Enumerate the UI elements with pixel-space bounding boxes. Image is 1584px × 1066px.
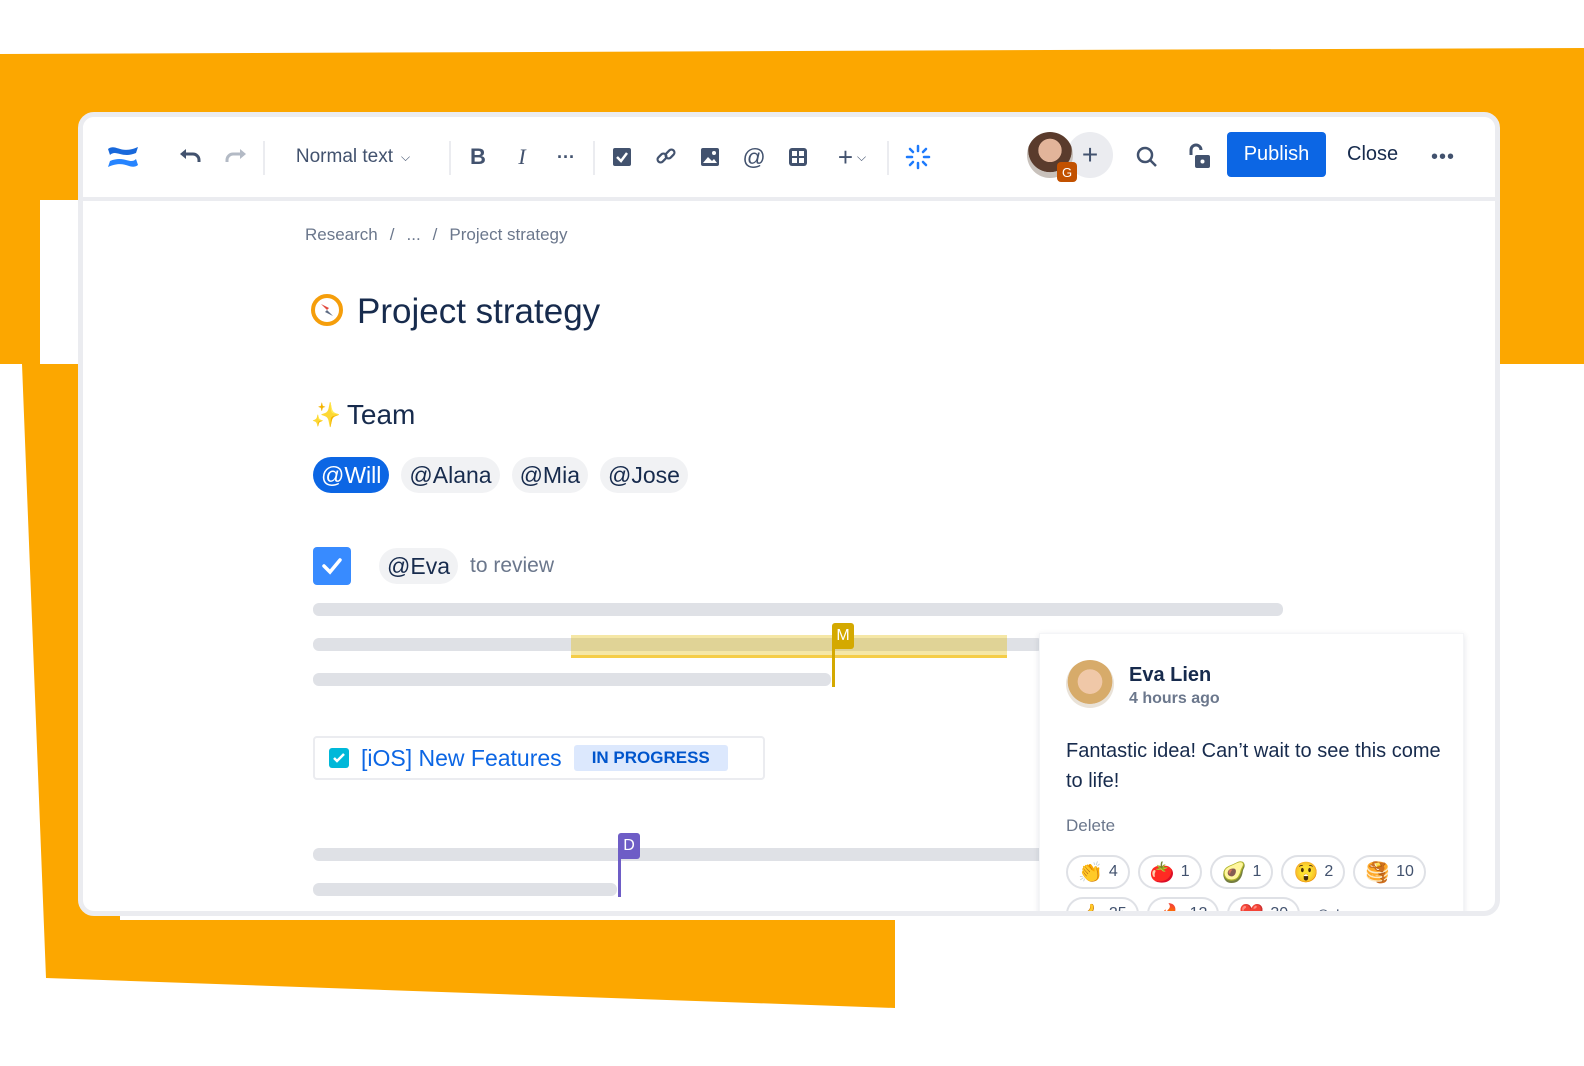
astonished-face-icon: 😲 bbox=[1293, 861, 1319, 884]
close-button[interactable]: Close bbox=[1339, 132, 1406, 177]
more-formatting-button[interactable]: ··· bbox=[549, 137, 583, 177]
breadcrumb-item-current[interactable]: Project strategy bbox=[449, 225, 567, 245]
task-text: to review bbox=[469, 554, 555, 577]
toolbar-divider bbox=[593, 141, 595, 175]
mention-icon[interactable]: @ bbox=[737, 137, 771, 177]
breadcrumb-item-ellipsis[interactable]: ... bbox=[407, 225, 421, 245]
text-style-dropdown[interactable]: Normal text ⌵ bbox=[283, 137, 423, 177]
comment-body: Fantastic idea! Can’t wait to see this c… bbox=[1066, 740, 1441, 792]
placeholder-line bbox=[313, 603, 1283, 616]
bold-button[interactable]: B bbox=[461, 137, 495, 177]
reaction-astonished[interactable]: 😲 2 bbox=[1281, 855, 1346, 889]
task-checkbox[interactable] bbox=[313, 547, 351, 585]
reaction-heart[interactable]: ❤️ 30 bbox=[1227, 897, 1301, 916]
comment-author[interactable]: Eva Lien bbox=[1129, 664, 1211, 687]
italic-button[interactable]: I bbox=[505, 137, 539, 177]
delete-comment-link[interactable]: Delete bbox=[1066, 816, 1115, 836]
sparkles-icon: ✨ bbox=[311, 401, 341, 429]
redo-icon[interactable] bbox=[219, 137, 253, 177]
commenter-avatar[interactable] bbox=[1066, 660, 1114, 708]
reaction-tomato[interactable]: 🍅 1 bbox=[1137, 855, 1202, 889]
reaction-avocado[interactable]: 🥑 1 bbox=[1209, 855, 1274, 889]
status-badge: IN PROGRESS bbox=[573, 745, 728, 771]
breadcrumb-separator: / bbox=[389, 225, 395, 244]
reaction-count: 1 bbox=[1252, 863, 1262, 880]
task-icon[interactable] bbox=[605, 137, 639, 177]
plus-icon: + bbox=[837, 141, 854, 172]
reaction-count: 2 bbox=[1324, 863, 1334, 880]
toolbar-divider bbox=[887, 141, 889, 175]
mention-mia[interactable]: @Mia bbox=[511, 457, 588, 493]
table-icon[interactable] bbox=[781, 137, 815, 177]
breadcrumb-item-research[interactable]: Research bbox=[305, 225, 378, 245]
chevron-down-icon: ⌵ bbox=[857, 149, 867, 164]
insert-plus-dropdown[interactable]: + ⌵ bbox=[827, 137, 877, 177]
tomato-icon: 🍅 bbox=[1149, 861, 1175, 884]
reaction-count: 30 bbox=[1270, 905, 1289, 916]
toolbar-divider bbox=[449, 141, 451, 175]
publish-button[interactable]: Publish bbox=[1227, 132, 1326, 177]
mention-jose[interactable]: @Jose bbox=[600, 457, 688, 493]
text-style-label: Normal text bbox=[295, 146, 394, 167]
fire-icon: 🔥 bbox=[1158, 903, 1184, 916]
text-selection-highlight bbox=[571, 635, 1007, 658]
image-icon[interactable] bbox=[693, 137, 727, 177]
reaction-count: 25 bbox=[1108, 905, 1127, 916]
reaction-count: 10 bbox=[1396, 863, 1414, 880]
reaction-count: 4 bbox=[1108, 863, 1118, 880]
breadcrumb-separator: / bbox=[432, 225, 438, 244]
breadcrumb: Research / ... / Project strategy bbox=[305, 225, 568, 245]
heart-icon: ❤️ bbox=[1239, 903, 1265, 916]
reaction-count: 1 bbox=[1180, 863, 1190, 880]
reaction-thumbs-up[interactable]: 👍 25 bbox=[1066, 897, 1139, 916]
pancakes-icon: 🥞 bbox=[1365, 861, 1391, 884]
placeholder-line bbox=[313, 848, 1053, 861]
reaction-pancakes[interactable]: 🥞 10 bbox=[1353, 855, 1426, 889]
unlock-icon[interactable] bbox=[1181, 137, 1217, 177]
add-reaction-button[interactable]: ☺+ bbox=[1308, 897, 1349, 916]
compass-icon bbox=[311, 293, 343, 331]
cursor-flag-m: M bbox=[832, 623, 854, 649]
reaction-fire[interactable]: 🔥 12 bbox=[1146, 897, 1220, 916]
reactions-list: 👏 4 🍅 1 🥑 1 😲 2 🥞 10 👍 25 🔥 12 ❤️ 30 ☺+ bbox=[1066, 855, 1456, 916]
team-mentions: @Will @Alana @Mia @Jose bbox=[313, 457, 688, 493]
avocado-icon: 🥑 bbox=[1221, 861, 1247, 884]
thumbs-up-icon: 👍 bbox=[1078, 903, 1103, 916]
confluence-logo-icon[interactable] bbox=[103, 137, 143, 177]
cursor-flag-d: D bbox=[618, 833, 640, 859]
plus-icon: + bbox=[1081, 139, 1099, 170]
comment-timestamp: 4 hours ago bbox=[1129, 690, 1220, 707]
placeholder-line bbox=[313, 883, 617, 896]
task-item: @Eva to review bbox=[313, 547, 554, 585]
mention-will[interactable]: @Will bbox=[313, 457, 390, 493]
reaction-count: 12 bbox=[1189, 905, 1208, 916]
jira-issue-card[interactable]: [iOS] New Features IN PROGRESS bbox=[313, 736, 765, 780]
collaborator-badge: G bbox=[1057, 162, 1077, 182]
inline-comment-card: Eva Lien 4 hours ago Fantastic idea! Can… bbox=[1039, 633, 1464, 916]
add-reaction-icon: ☺+ bbox=[1314, 903, 1343, 916]
search-icon[interactable] bbox=[1129, 137, 1165, 177]
page-title-row: Project strategy bbox=[311, 292, 600, 332]
link-icon[interactable] bbox=[649, 137, 683, 177]
undo-icon[interactable] bbox=[173, 137, 207, 177]
more-actions-button[interactable]: ••• bbox=[1423, 137, 1463, 177]
editor-window: Normal text ⌵ B I ··· @ + ⌵ + G Publish … bbox=[78, 112, 1500, 916]
jira-task-icon bbox=[329, 748, 349, 768]
chevron-down-icon: ⌵ bbox=[401, 149, 411, 164]
mention-alana[interactable]: @Alana bbox=[401, 457, 500, 493]
jira-issue-title[interactable]: [iOS] New Features bbox=[361, 745, 562, 772]
mention-eva[interactable]: @Eva bbox=[379, 548, 458, 584]
reaction-clap[interactable]: 👏 4 bbox=[1066, 855, 1130, 889]
team-heading[interactable]: Team bbox=[347, 399, 415, 431]
editor-toolbar: Normal text ⌵ B I ··· @ + ⌵ + G Publish … bbox=[83, 117, 1495, 201]
page-title[interactable]: Project strategy bbox=[357, 292, 600, 332]
ai-sparkle-icon[interactable] bbox=[901, 137, 935, 177]
toolbar-divider bbox=[263, 141, 265, 175]
team-heading-row: ✨ Team bbox=[311, 399, 415, 431]
placeholder-line bbox=[313, 673, 831, 686]
clap-icon: 👏 bbox=[1078, 861, 1103, 884]
